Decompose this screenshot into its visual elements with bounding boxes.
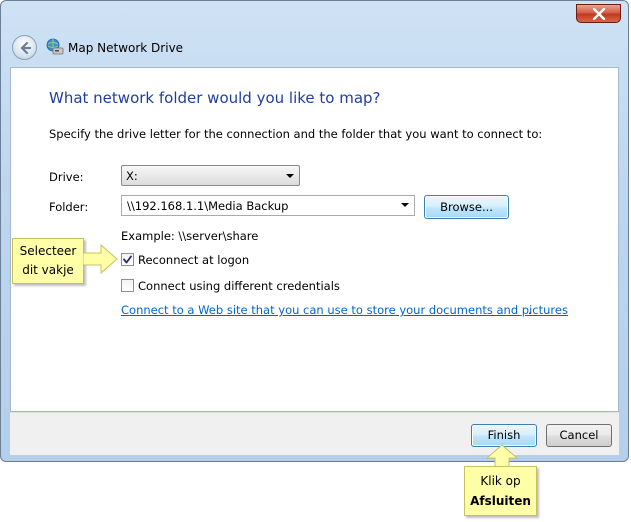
close-button[interactable] (576, 4, 621, 23)
drive-select-value: X: (126, 169, 138, 183)
close-icon (592, 8, 606, 20)
credentials-label[interactable]: Connect using different credentials (138, 279, 340, 293)
finish-callout: Klik op Afsluiten (464, 466, 537, 516)
callout-arrow-right-icon (83, 243, 118, 275)
credentials-checkbox[interactable] (121, 279, 134, 292)
drive-select[interactable]: X: (121, 165, 300, 186)
map-network-drive-window: Map Network Drive What network folder wo… (0, 0, 629, 462)
window-title: Map Network Drive (68, 41, 184, 55)
page-heading: What network folder would you like to ma… (49, 89, 381, 107)
reconnect-checkbox[interactable] (121, 253, 134, 266)
checkbox-callout: Selecteer dit vakje (12, 238, 84, 284)
web-site-link[interactable]: Connect to a Web site that you can use t… (121, 303, 568, 317)
network-drive-icon (46, 38, 64, 55)
back-button[interactable] (12, 35, 37, 60)
example-text: Example: \\server\share (121, 229, 259, 243)
folder-combobox[interactable]: \\192.168.1.1\Media Backup (121, 195, 415, 216)
browse-button[interactable]: Browse... (424, 195, 509, 219)
drive-label: Drive: (49, 170, 84, 184)
checkbox-callout-line1: Selecteer (19, 244, 77, 258)
instruction-text: Specify the drive letter for the connect… (49, 127, 543, 141)
chevron-down-icon (286, 174, 294, 178)
content-panel (10, 67, 619, 412)
checkbox-callout-line2: dit vakje (22, 263, 74, 277)
reconnect-label[interactable]: Reconnect at logon (138, 253, 249, 267)
finish-callout-line1: Klik op (480, 474, 521, 488)
checkmark-icon (123, 255, 132, 264)
back-arrow-icon (20, 41, 32, 55)
folder-label: Folder: (49, 200, 89, 214)
cancel-button[interactable]: Cancel (546, 424, 612, 447)
finish-callout-line2: Afsluiten (470, 494, 531, 508)
chevron-down-icon[interactable] (401, 203, 409, 207)
callout-arrow-up-icon (485, 444, 519, 468)
link-period: . (528, 303, 532, 317)
folder-input-value: \\192.168.1.1\Media Backup (127, 199, 289, 213)
